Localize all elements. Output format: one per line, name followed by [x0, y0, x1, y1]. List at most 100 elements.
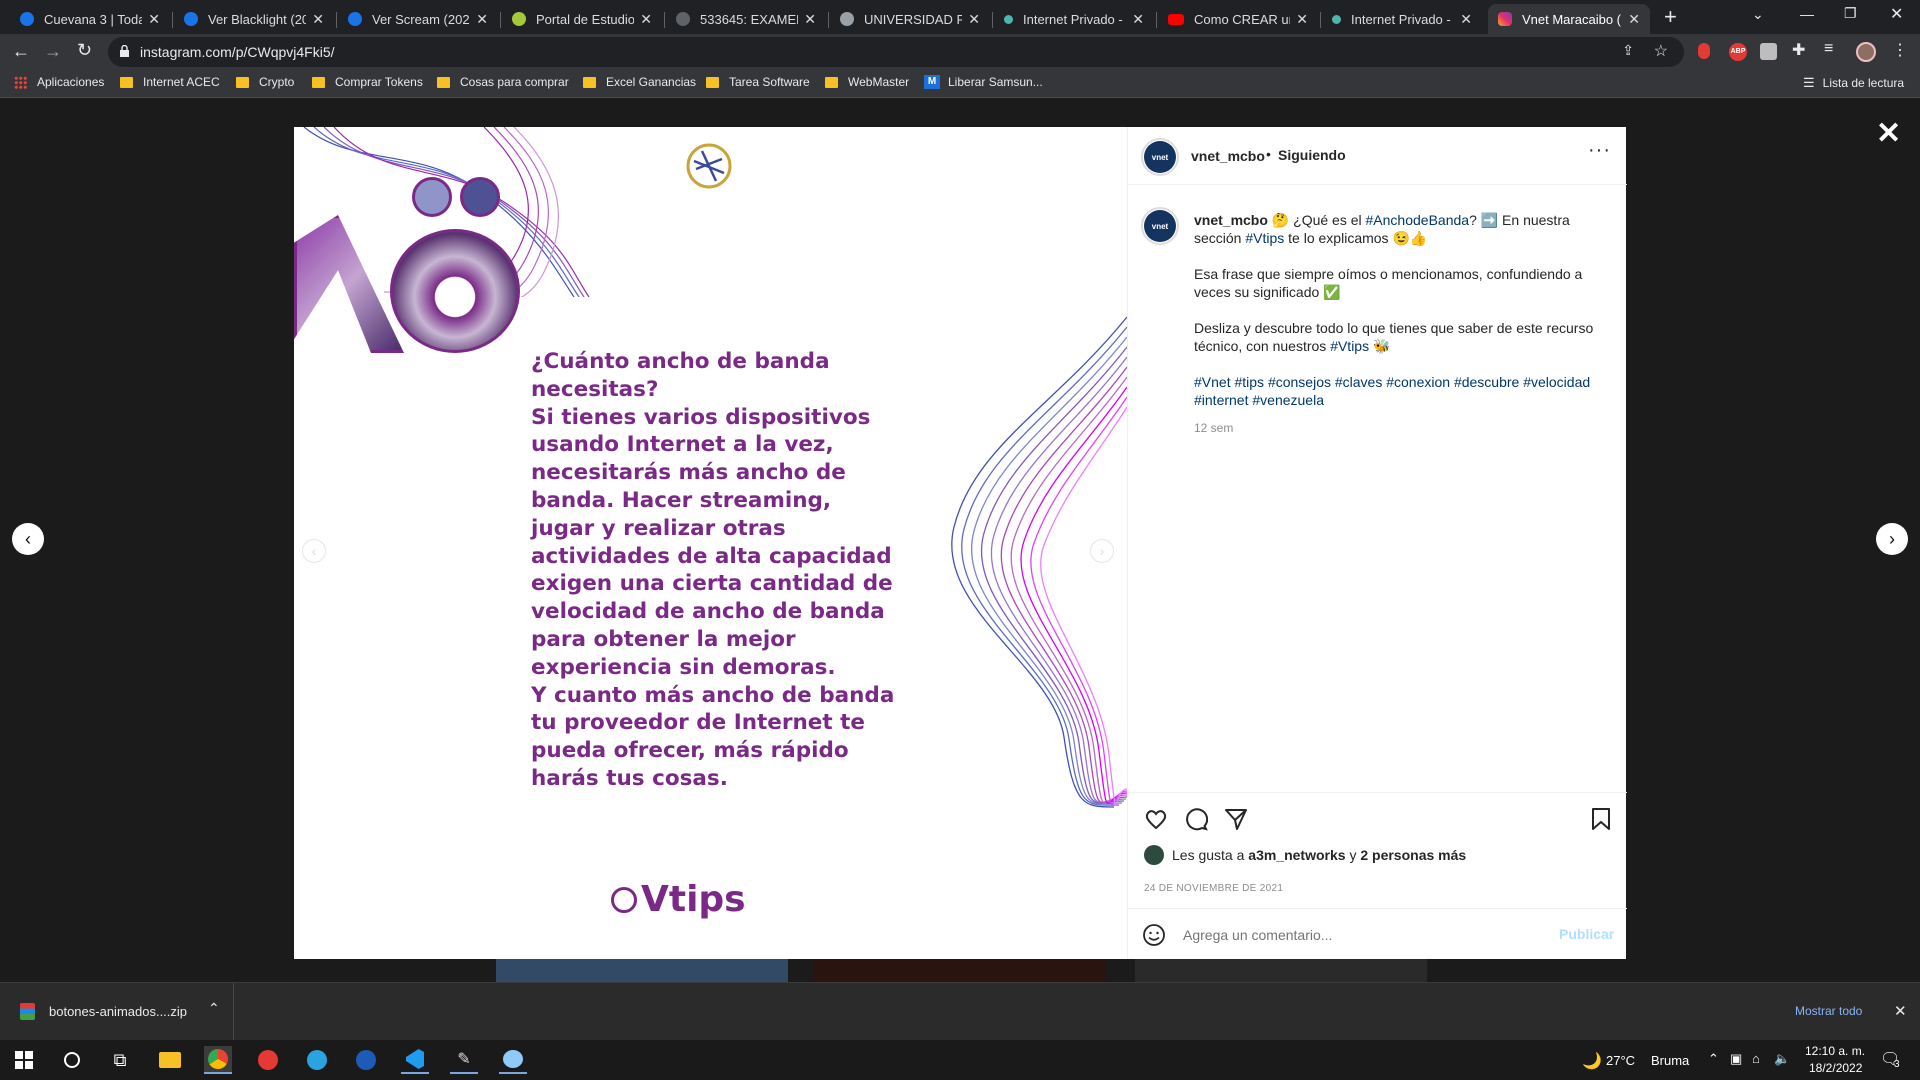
close-download-bar-icon[interactable]: ✕: [1894, 1002, 1907, 1020]
bookmark-link[interactable]: M Liberar Samsun...: [924, 75, 1043, 89]
comment-input[interactable]: [1183, 924, 1523, 946]
cortana-search-icon[interactable]: [58, 1046, 86, 1074]
bookmark-folder[interactable]: Comprar Tokens: [312, 75, 423, 89]
bookmark-apps[interactable]: Aplicaciones: [14, 75, 104, 89]
browser-tab-active[interactable]: Vnet Maracaibo (@ ✕: [1488, 4, 1650, 34]
adblock-icon[interactable]: ABP: [1729, 43, 1747, 61]
close-tab-icon[interactable]: ✕: [148, 11, 160, 28]
save-bookmark-icon[interactable]: [1590, 807, 1612, 831]
tray-chevron-icon[interactable]: ⌃: [1708, 1051, 1719, 1067]
following-status[interactable]: Siguiendo: [1278, 147, 1346, 163]
post-time-ago[interactable]: 12 sem: [1194, 419, 1614, 437]
carousel-prev-icon[interactable]: ‹: [302, 539, 326, 563]
comment-bubble-icon[interactable]: [1184, 807, 1208, 831]
browser-tab[interactable]: UNIVERSIDAD RAF ✕: [830, 4, 990, 34]
back-button[interactable]: ←: [12, 41, 30, 62]
extension-red-icon[interactable]: [1698, 43, 1710, 59]
weather-description[interactable]: Bruma: [1651, 1053, 1689, 1068]
close-tab-icon[interactable]: ✕: [476, 11, 488, 28]
windows-start-icon[interactable]: [10, 1046, 38, 1074]
bookmark-folder[interactable]: WebMaster: [825, 75, 909, 89]
close-window-button[interactable]: ✕: [1890, 4, 1903, 24]
clock-date[interactable]: 18/2/2022: [1809, 1061, 1862, 1075]
show-all-downloads-link[interactable]: Mostrar todo: [1795, 1004, 1862, 1018]
grid-thumbnail[interactable]: [814, 959, 1106, 982]
browser-tab[interactable]: Ver Blacklight (202 ✕: [174, 4, 334, 34]
author-avatar[interactable]: vnet: [1141, 138, 1179, 176]
forward-button[interactable]: →: [44, 41, 62, 62]
extensions-puzzle-icon[interactable]: ✚: [1792, 40, 1805, 60]
hashtag-link[interactable]: #Vtips: [1245, 230, 1284, 246]
media-player-icon[interactable]: [254, 1046, 282, 1074]
paint-icon[interactable]: [499, 1046, 527, 1074]
carousel-next-icon[interactable]: ›: [1090, 539, 1114, 563]
address-bar[interactable]: instagram.com/p/CWqpvj4Fki5/ ⇪ ☆: [108, 37, 1684, 67]
weather-temperature[interactable]: 27°C: [1606, 1053, 1635, 1068]
thunderbird-icon[interactable]: [352, 1046, 380, 1074]
close-modal-icon[interactable]: ✕: [1876, 116, 1901, 151]
weather-icon[interactable]: 🌙: [1582, 1051, 1602, 1071]
file-explorer-icon[interactable]: [156, 1046, 184, 1074]
volume-icon[interactable]: 🔈: [1774, 1051, 1790, 1067]
media-control-icon[interactable]: ≡: [1824, 40, 1833, 58]
vscode-icon[interactable]: [401, 1046, 429, 1074]
caption-avatar[interactable]: vnet: [1141, 207, 1179, 245]
close-tab-icon[interactable]: ✕: [1460, 11, 1472, 28]
download-item[interactable]: botones-animados....zip ⌃: [10, 983, 234, 1041]
close-tab-icon[interactable]: ✕: [1628, 11, 1640, 28]
close-tab-icon[interactable]: ✕: [640, 11, 652, 28]
close-tab-icon[interactable]: ✕: [312, 11, 324, 28]
star-bookmark-icon[interactable]: ☆: [1654, 41, 1668, 61]
clock-time[interactable]: 12:10 a. m.: [1805, 1044, 1865, 1058]
publish-button[interactable]: Publicar: [1559, 926, 1614, 942]
liker-avatar[interactable]: [1144, 845, 1164, 865]
hashtag-link[interactable]: #Vtips: [1330, 338, 1369, 354]
author-username[interactable]: vnet_mcbo: [1191, 148, 1265, 164]
other-likes-link[interactable]: 2 personas más: [1360, 847, 1466, 863]
browser-tab[interactable]: Como CREAR un F ✕: [1158, 4, 1318, 34]
post-date[interactable]: 24 DE NOVIEMBRE DE 2021: [1144, 883, 1283, 894]
tab-search-icon[interactable]: ⌄: [1752, 6, 1764, 23]
more-options-icon[interactable]: ···: [1588, 139, 1611, 162]
hashtag-link[interactable]: #AnchodeBanda: [1366, 212, 1470, 228]
chrome-icon[interactable]: [204, 1046, 232, 1074]
reload-button[interactable]: ↻: [77, 40, 92, 61]
bookmark-folder[interactable]: Cosas para comprar: [437, 75, 569, 89]
bookmark-folder[interactable]: Tarea Software: [706, 75, 810, 89]
next-post-button[interactable]: ›: [1876, 523, 1908, 555]
previous-post-button[interactable]: ‹: [12, 523, 44, 555]
browser-tab[interactable]: Ver Scream (2022) ✕: [338, 4, 498, 34]
reading-list[interactable]: ☰ Lista de lectura: [1803, 75, 1904, 91]
browser-tab[interactable]: Internet Privado - / ✕: [994, 4, 1154, 34]
extension-grey-icon[interactable]: [1760, 43, 1777, 60]
bookmark-folder[interactable]: Crypto: [236, 75, 294, 89]
tray-app-icon[interactable]: ▣: [1730, 1051, 1742, 1067]
close-tab-icon[interactable]: ✕: [1296, 11, 1308, 28]
close-tab-icon[interactable]: ✕: [804, 11, 816, 28]
browser-tab[interactable]: 533645: EXAMEN F ✕: [666, 4, 826, 34]
task-view-icon[interactable]: ⧉: [106, 1046, 134, 1074]
hashtag-list[interactable]: #Vnet #tips #consejos #claves #conexion …: [1194, 373, 1614, 409]
browser-menu-icon[interactable]: ⋮: [1892, 40, 1908, 60]
profile-avatar[interactable]: [1856, 42, 1876, 62]
like-heart-icon[interactable]: [1144, 807, 1168, 831]
browser-tab[interactable]: Internet Privado - / ✕: [1322, 4, 1482, 34]
telegram-icon[interactable]: [303, 1046, 331, 1074]
emoji-picker-icon[interactable]: [1142, 923, 1166, 947]
caption-username[interactable]: vnet_mcbo: [1194, 212, 1268, 228]
grid-thumbnail[interactable]: [1135, 959, 1427, 982]
share-direct-icon[interactable]: [1224, 807, 1248, 831]
close-tab-icon[interactable]: ✕: [1132, 11, 1144, 28]
browser-tab[interactable]: Portal de Estudios ✕: [502, 4, 662, 34]
bookmark-folder[interactable]: Internet ACEC: [120, 75, 220, 89]
grid-thumbnail[interactable]: [496, 959, 788, 982]
network-icon[interactable]: ⌂: [1752, 1051, 1760, 1066]
post-image[interactable]: ¿Cuánto ancho de banda necesitas? Si tie…: [294, 127, 1127, 959]
share-icon[interactable]: ⇪: [1622, 42, 1634, 59]
chevron-up-icon[interactable]: ⌃: [208, 1000, 220, 1017]
liker-username[interactable]: a3m_networks: [1248, 847, 1345, 863]
pen-tool-icon[interactable]: ✎: [450, 1046, 478, 1074]
restore-button[interactable]: ❐: [1844, 5, 1857, 22]
minimize-button[interactable]: —: [1800, 6, 1814, 22]
new-tab-button[interactable]: +: [1664, 4, 1677, 30]
